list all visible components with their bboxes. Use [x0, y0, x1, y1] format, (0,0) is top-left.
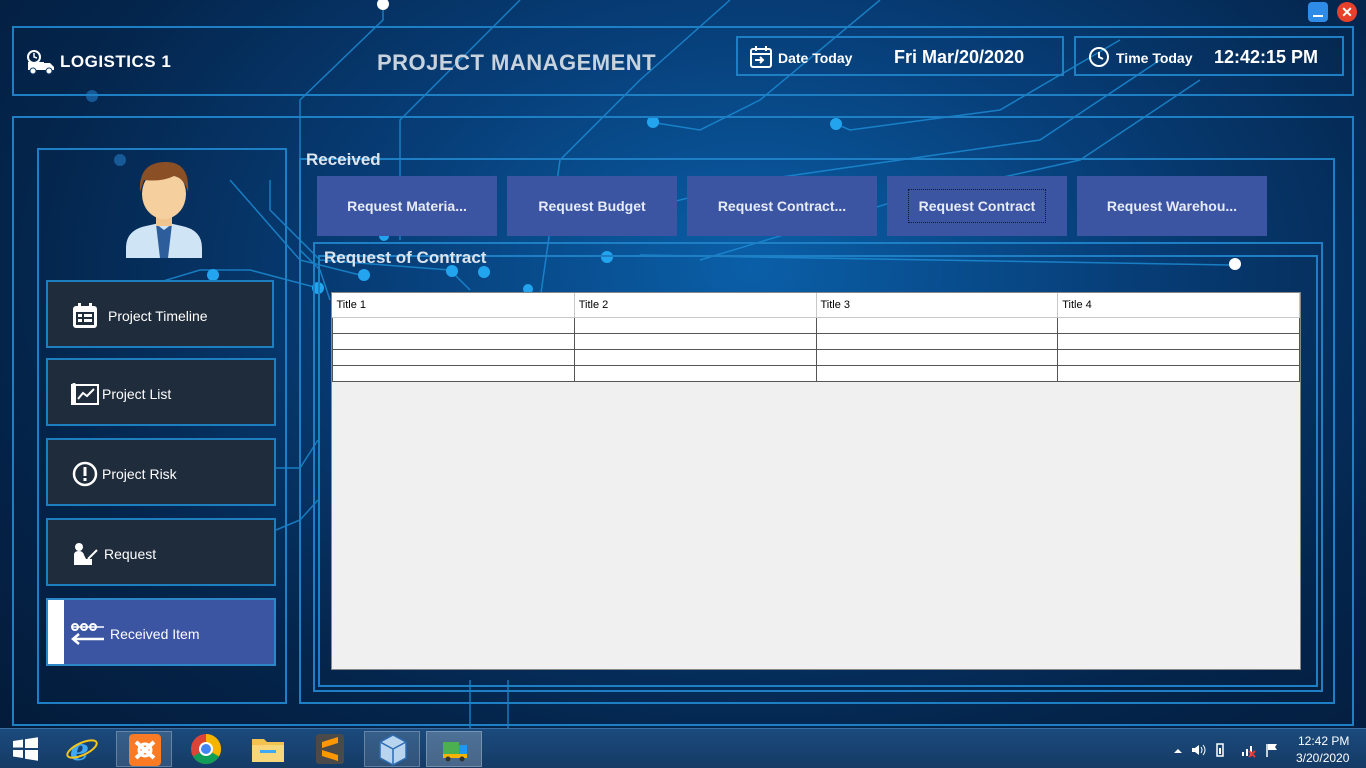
start-icon: [13, 737, 38, 761]
taskbar-file-explorer[interactable]: [240, 731, 296, 767]
time-display: Time Today 12:42:15 PM: [1074, 36, 1344, 76]
table-row[interactable]: [332, 333, 1300, 350]
svg-text:e: e: [70, 733, 89, 767]
receive-arrow-icon: [71, 623, 104, 645]
clock-icon: [1089, 47, 1109, 67]
delivery-truck-icon: [27, 50, 54, 75]
start-button[interactable]: [0, 731, 50, 767]
file-explorer-icon: [252, 739, 284, 762]
table-row[interactable]: [332, 349, 1300, 366]
tab-label: Request Budget: [538, 198, 646, 214]
sidebar-item-project-list[interactable]: Project List: [46, 358, 276, 426]
header-bar: LOGISTICS 1 PROJECT MANAGEMENT Date Toda…: [12, 26, 1354, 96]
chrome-icon: [191, 734, 222, 765]
logistics-app-icon: [443, 742, 467, 762]
column-header-title-3[interactable]: Title 3: [816, 293, 1059, 318]
tab-label: Request Materia...: [347, 198, 467, 214]
table-cell[interactable]: [332, 365, 575, 382]
table-cell[interactable]: [573, 333, 817, 350]
power-plug-icon[interactable]: [1212, 742, 1228, 758]
virtualbox-icon: [379, 734, 407, 766]
show-hidden-icons-icon[interactable]: [1170, 742, 1186, 758]
sidebar-item-label: Project List: [102, 386, 172, 402]
sidebar-item-request[interactable]: Request: [46, 518, 276, 586]
calendar-arrow-icon: [750, 46, 772, 68]
taskbar-clock-date[interactable]: 3/20/2020: [1296, 751, 1349, 765]
tab-request-contractor[interactable]: Request Contract...: [687, 176, 877, 236]
table-cell[interactable]: [815, 365, 1059, 382]
sidebar-item-label: Request: [104, 546, 157, 562]
sidebar-item-project-risk[interactable]: Project Risk: [46, 438, 276, 506]
network-disconnected-icon[interactable]: [1240, 742, 1256, 758]
volume-icon[interactable]: [1190, 742, 1206, 758]
panel-title: Request of Contract: [324, 248, 487, 267]
app-logo-text: LOGISTICS 1: [60, 52, 172, 71]
table-cell[interactable]: [1057, 349, 1300, 366]
table-cell[interactable]: [1057, 317, 1300, 334]
taskbar-internet-explorer[interactable]: e: [54, 731, 110, 768]
tab-label: Request Warehou...: [1106, 198, 1238, 214]
sidebar-item-project-timeline[interactable]: Project Timeline: [46, 280, 274, 348]
chart-scroll-icon: [71, 383, 99, 405]
user-avatar-icon: [126, 162, 202, 258]
table-cell[interactable]: [1057, 365, 1300, 382]
table-cell[interactable]: [573, 317, 817, 334]
table-cell[interactable]: [332, 317, 575, 334]
action-center-flag-icon[interactable]: [1264, 742, 1280, 758]
section-title: Received: [306, 150, 381, 169]
column-header-title-2[interactable]: Title 2: [574, 293, 817, 318]
close-button[interactable]: ✕: [1337, 2, 1357, 22]
sidebar-item-label: Received Item: [110, 626, 200, 642]
time-value: 12:42:15 PM: [1214, 47, 1319, 67]
internet-explorer-icon: e: [66, 733, 98, 768]
system-tray: [1170, 729, 1290, 768]
table-row[interactable]: [332, 317, 1300, 334]
column-header-title-4[interactable]: Title 4: [1057, 293, 1300, 318]
table-cell[interactable]: [573, 365, 817, 382]
sidebar-item-label: Project Risk: [102, 466, 177, 482]
minimize-button[interactable]: [1308, 2, 1328, 22]
taskbar-clock-time[interactable]: 12:42 PM: [1298, 734, 1349, 748]
taskbar-xampp[interactable]: [116, 731, 172, 767]
page-title: PROJECT MANAGEMENT: [377, 50, 657, 75]
sidebar-item-received-item[interactable]: Received Item: [46, 598, 276, 666]
date-value: Fri Mar/20/2020: [894, 47, 1025, 67]
exclamation-icon: [72, 461, 98, 487]
tab-request-warehouse[interactable]: Request Warehou...: [1077, 176, 1267, 236]
table-cell[interactable]: [1057, 333, 1300, 350]
tab-request-budget[interactable]: Request Budget: [507, 176, 677, 236]
tab-label: Request Contract...: [717, 198, 847, 214]
windows-taskbar: e 12:42 PM 3/20/2020: [0, 728, 1366, 768]
sidebar-item-label: Project Timeline: [108, 308, 208, 324]
taskbar-virtualbox[interactable]: [364, 731, 420, 767]
taskbar-chrome[interactable]: [178, 731, 234, 767]
table-cell[interactable]: [815, 317, 1059, 334]
taskbar-sublime-text[interactable]: [302, 731, 358, 767]
sublime-text-icon: [316, 734, 344, 764]
xampp-icon: [129, 734, 161, 766]
tab-request-material[interactable]: Request Materia...: [317, 176, 497, 236]
table-cell[interactable]: [332, 333, 575, 350]
table-cell[interactable]: [815, 333, 1059, 350]
date-display: Date Today Fri Mar/20/2020: [736, 36, 1064, 76]
tab-label: Request Contract: [907, 189, 1047, 223]
date-label: Date Today: [778, 50, 853, 66]
column-header-title-1[interactable]: Title 1: [332, 293, 575, 318]
taskbar-logistics-app[interactable]: [426, 731, 482, 767]
table-cell[interactable]: [573, 349, 817, 366]
active-indicator: [48, 600, 64, 664]
contract-data-grid[interactable]: Title 1 Title 2 Title 3 Title 4: [331, 292, 1301, 670]
time-label: Time Today: [1116, 50, 1193, 66]
table-row[interactable]: [332, 365, 1300, 382]
table-cell[interactable]: [815, 349, 1059, 366]
person-writing-icon: [74, 543, 98, 565]
table-cell[interactable]: [332, 349, 575, 366]
calendar-icon: [73, 303, 97, 328]
tab-request-contract[interactable]: Request Contract: [887, 176, 1067, 236]
